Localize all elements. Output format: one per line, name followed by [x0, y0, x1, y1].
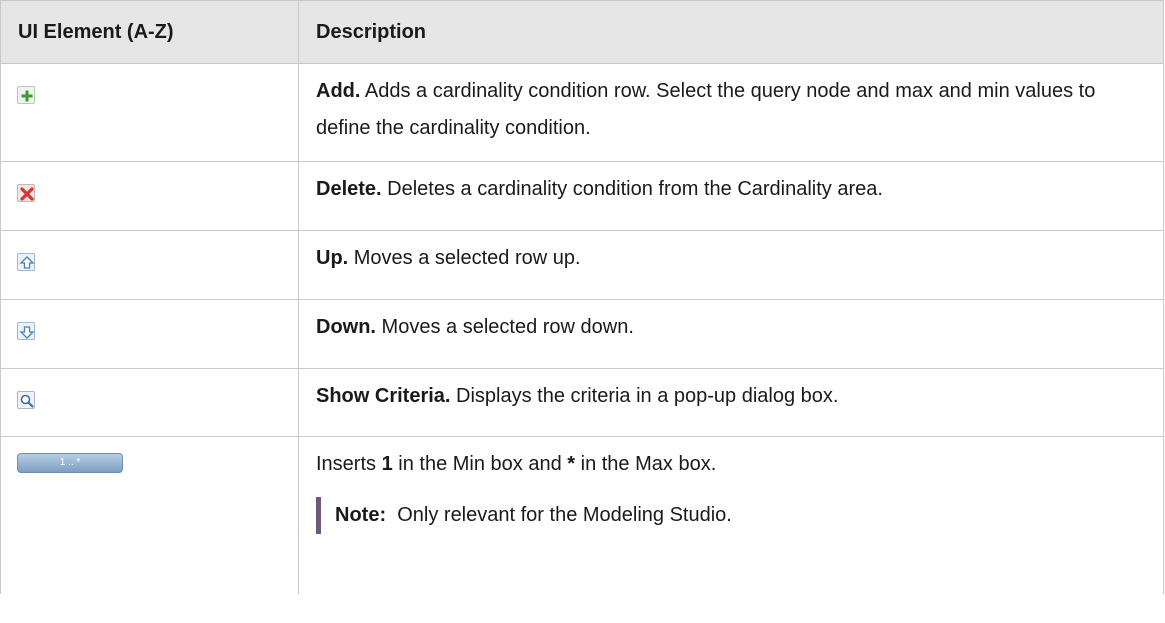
note-text: Only relevant for the Modeling Studio. — [386, 504, 732, 526]
column-header-ui-element: UI Element (A-Z) — [0, 0, 299, 64]
term-label: Add. — [316, 80, 361, 102]
up-arrow-icon — [17, 253, 35, 271]
column-header-description: Description — [298, 0, 1164, 64]
table-row: Up. Moves a selected row up. — [0, 230, 1164, 300]
description-text: Moves a selected row up. — [348, 247, 581, 269]
delete-icon — [17, 184, 35, 202]
description-cell: Delete. Deletes a cardinality condition … — [298, 161, 1164, 231]
description-text: Displays the criteria in a pop-up dialog… — [450, 385, 839, 407]
icon-cell: 1 .. * — [0, 436, 299, 594]
table-row: Down. Moves a selected row down. — [0, 299, 1164, 369]
table-row: Add. Adds a cardinality condition row. S… — [0, 63, 1164, 162]
table-row: 1 .. * Inserts 1 in the Min box and * in… — [0, 436, 1164, 594]
icon-cell — [0, 161, 299, 231]
note-box: Note: Only relevant for the Modeling Stu… — [316, 497, 1133, 534]
description-text: Moves a selected row down. — [376, 316, 634, 338]
description-cell: Show Criteria. Displays the criteria in … — [298, 368, 1164, 437]
description-text: Deletes a cardinality condition from the… — [381, 178, 883, 200]
table-row: Delete. Deletes a cardinality condition … — [0, 161, 1164, 231]
term-label: Down. — [316, 316, 376, 338]
table-row: Show Criteria. Displays the criteria in … — [0, 368, 1164, 437]
term-label: Show Criteria. — [316, 385, 451, 407]
description-text: Adds a cardinality condition row. Select… — [316, 80, 1096, 139]
down-arrow-icon — [17, 322, 35, 340]
icon-cell — [0, 299, 299, 369]
insert-description: Inserts 1 in the Min box and * in the Ma… — [316, 453, 717, 475]
description-cell: Up. Moves a selected row up. — [298, 230, 1164, 300]
ui-element-table: UI Element (A-Z) Description Add. Adds a… — [0, 0, 1164, 594]
icon-cell — [0, 63, 299, 162]
icon-cell — [0, 368, 299, 437]
add-icon — [17, 86, 35, 104]
icon-cell — [0, 230, 299, 300]
description-cell: Inserts 1 in the Min box and * in the Ma… — [298, 436, 1164, 594]
one-to-many-button-image: 1 .. * — [17, 453, 123, 473]
term-label: Delete. — [316, 178, 382, 200]
term-label: Up. — [316, 247, 349, 269]
description-cell: Add. Adds a cardinality condition row. S… — [298, 63, 1164, 162]
table-header-row: UI Element (A-Z) Description — [0, 0, 1164, 64]
description-cell: Down. Moves a selected row down. — [298, 299, 1164, 369]
note-label: Note: — [335, 504, 387, 526]
magnifier-icon — [17, 391, 35, 409]
